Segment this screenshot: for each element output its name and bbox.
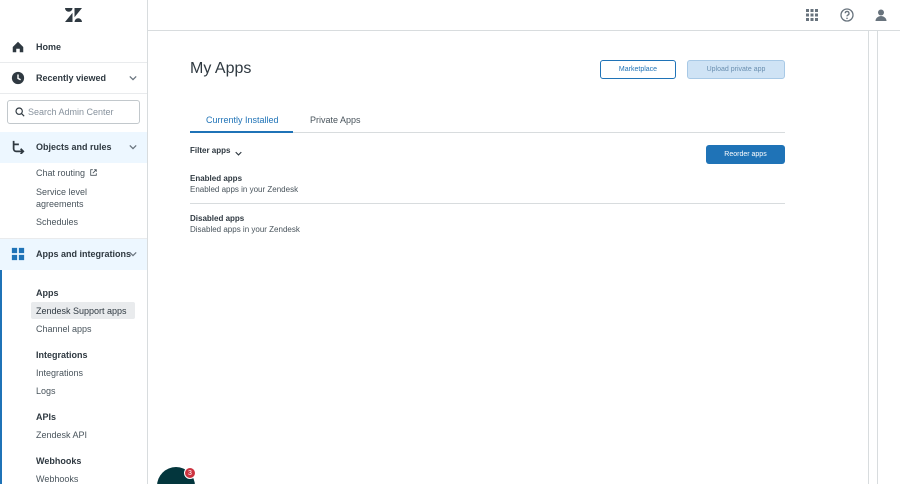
nav-objects-and-rules[interactable]: Objects and rules — [0, 132, 147, 163]
page-title: My Apps — [190, 60, 252, 77]
app-tabs: Currently Installed Private Apps — [190, 111, 785, 133]
sidebar-group-integrations: Integrations — [36, 350, 88, 360]
nav-apps-and-integrations-label: Apps and integrations — [36, 249, 132, 259]
enabled-apps-title: Enabled apps — [190, 174, 243, 183]
sidebar-item-integrations[interactable]: Integrations — [36, 367, 83, 379]
right-panel-strip — [868, 31, 878, 484]
tab-currently-installed[interactable]: Currently Installed — [206, 115, 279, 125]
chevron-up-icon — [129, 251, 137, 257]
chevron-down-icon — [129, 144, 137, 150]
admin-search — [7, 100, 140, 124]
sidebar-group-apis: APIs — [36, 412, 57, 422]
sidebar-item-schedules[interactable]: Schedules — [36, 216, 78, 228]
filter-apps-dropdown[interactable]: Filter apps — [190, 146, 230, 155]
sidebar-item-webhooks[interactable]: Webhooks — [36, 473, 78, 484]
chevron-down-icon — [129, 75, 137, 80]
external-link-icon — [89, 169, 97, 176]
active-section-indicator — [0, 239, 2, 484]
sidebar-item-zendesk-api[interactable]: Zendesk API — [36, 429, 87, 441]
sidebar-item-channel-apps[interactable]: Channel apps — [36, 323, 92, 335]
sidebar-item-chat-routing[interactable]: Chat routing — [36, 167, 97, 179]
nav-home-label: Home — [36, 41, 62, 52]
tab-private-apps[interactable]: Private Apps — [310, 115, 361, 125]
top-bar — [148, 0, 900, 31]
disabled-apps-title: Disabled apps — [190, 214, 245, 223]
nav-recently-viewed-label: Recently viewed — [36, 72, 107, 83]
notification-badge: 3 — [184, 467, 196, 479]
marketplace-button[interactable]: Marketplace — [600, 60, 676, 79]
help-icon[interactable] — [840, 8, 854, 22]
disabled-apps-subtitle: Disabled apps in your Zendesk — [190, 225, 300, 234]
home-icon — [12, 41, 24, 52]
user-avatar-icon[interactable] — [874, 8, 888, 22]
sidebar-group-apps: Apps — [36, 288, 59, 298]
zendesk-logo-icon[interactable] — [65, 8, 82, 22]
enabled-apps-subtitle: Enabled apps in your Zendesk — [190, 185, 299, 194]
nav-home[interactable]: Home — [0, 31, 147, 62]
sidebar-item-sla[interactable]: Service level agreements — [36, 186, 126, 210]
reorder-apps-button[interactable]: Reorder apps — [706, 145, 785, 164]
divider — [0, 93, 147, 94]
nav-recently-viewed[interactable]: Recently viewed — [0, 62, 147, 93]
sidebar-item-zendesk-support-apps[interactable]: Zendesk Support apps — [36, 305, 127, 317]
upload-private-app-button[interactable]: Upload private app — [687, 60, 785, 79]
nav-objects-and-rules-label: Objects and rules — [36, 142, 112, 152]
search-input[interactable] — [28, 105, 136, 119]
sidebar-item-logs[interactable]: Logs — [36, 385, 56, 397]
admin-sidebar: Home Recently viewed Objects and rules — [0, 0, 148, 484]
chevron-down-icon[interactable] — [235, 150, 242, 157]
main-content: My Apps Marketplace Upload private app C… — [148, 31, 868, 484]
apps-grid-icon — [11, 247, 25, 261]
objects-rules-icon — [12, 140, 25, 154]
search-icon — [15, 107, 25, 117]
nav-apps-and-integrations[interactable]: Apps and integrations — [0, 239, 147, 270]
clock-icon — [11, 71, 25, 84]
section-divider — [190, 203, 785, 204]
tab-indicator — [190, 131, 293, 133]
apps-grid-icon[interactable] — [805, 8, 819, 22]
sidebar-item-label: Chat routing — [36, 168, 86, 178]
sidebar-group-webhooks: Webhooks — [36, 456, 82, 466]
